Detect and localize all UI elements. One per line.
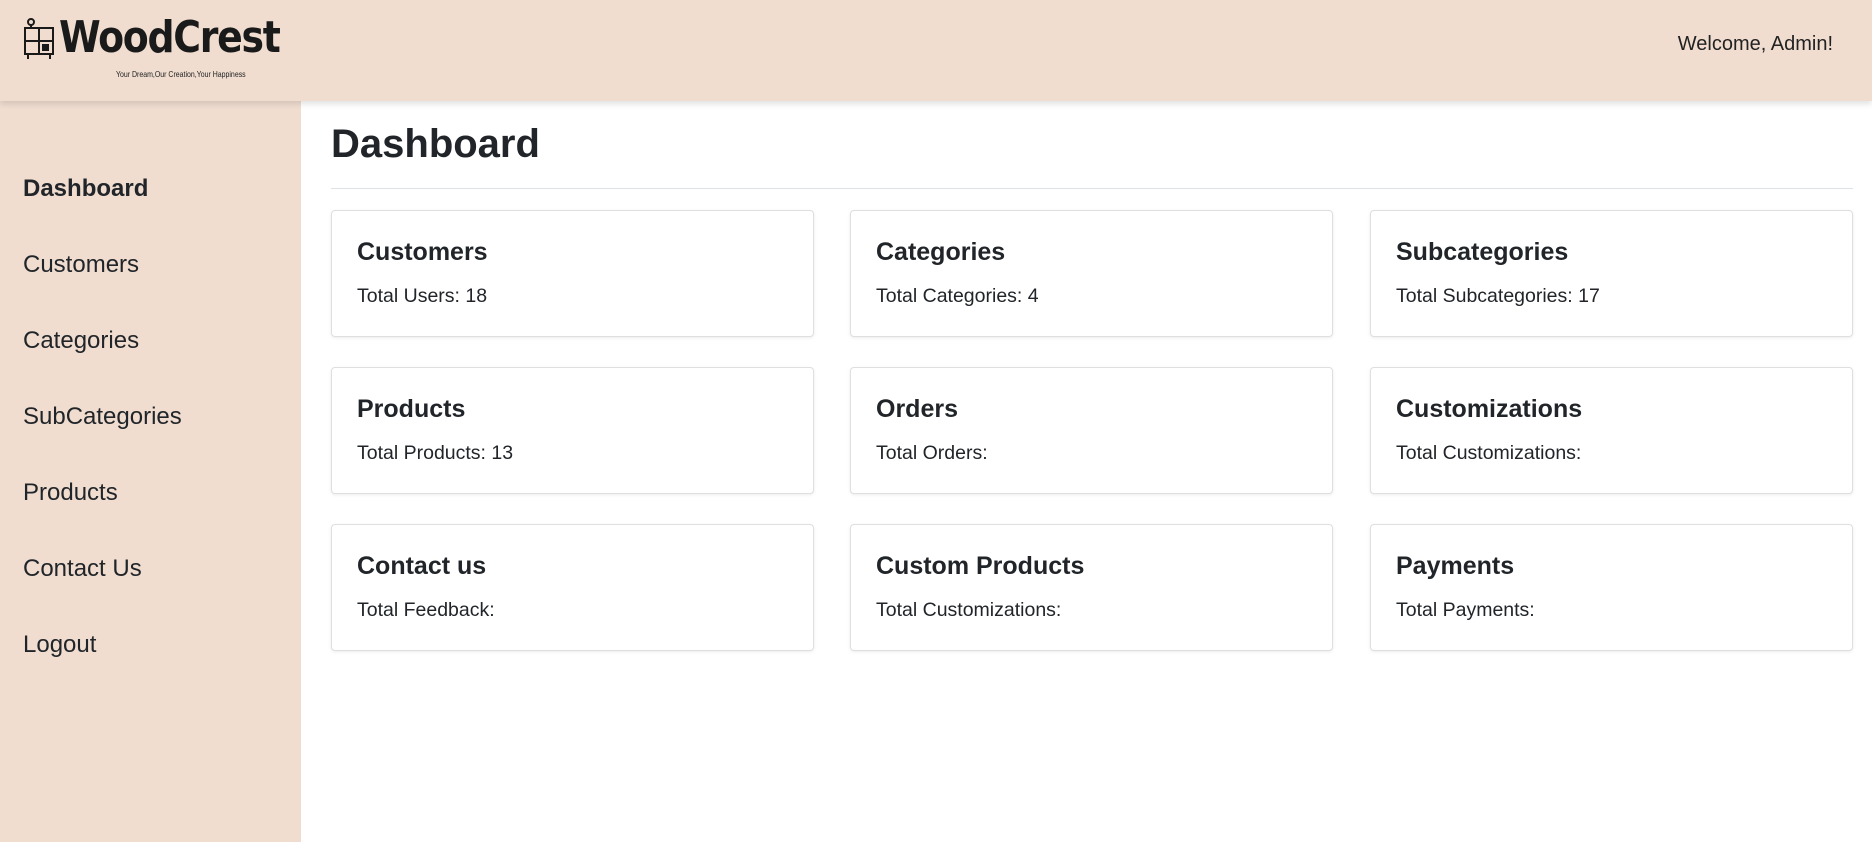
sidebar-item-contact-us[interactable]: Contact Us [23,555,142,583]
card-title: Subcategories [1396,238,1569,266]
sidebar: Dashboard Customers Categories SubCatego… [0,101,301,842]
page-title: Dashboard [331,122,540,166]
card-stat: Total Orders: [876,442,988,464]
card-stat: Total Customizations: [876,599,1062,621]
card-title: Custom Products [876,552,1085,580]
card-orders[interactable]: Orders Total Orders: [850,367,1333,494]
card-title: Customers [357,238,488,266]
title-divider [331,188,1853,189]
card-title: Payments [1396,552,1515,580]
card-title: Categories [876,238,1006,266]
sidebar-item-dashboard[interactable]: Dashboard [23,175,148,203]
card-stat: Total Categories: 4 [876,285,1039,307]
top-navbar: WoodCrest Your Dream,Our Creation,Your H… [0,0,1872,101]
card-stat: Total Users: 18 [357,285,488,307]
sidebar-item-products[interactable]: Products [23,479,118,507]
card-products[interactable]: Products Total Products: 13 [331,367,814,494]
sidebar-item-categories[interactable]: Categories [23,327,139,355]
sidebar-item-customers[interactable]: Customers [23,251,139,279]
card-subcategories[interactable]: Subcategories Total Subcategories: 17 [1370,210,1853,337]
card-custom-products[interactable]: Custom Products Total Customizations: [850,524,1333,651]
card-stat: Total Customizations: [1396,442,1582,464]
card-title: Products [357,395,466,423]
card-categories[interactable]: Categories Total Categories: 4 [850,210,1333,337]
logo-tagline: Your Dream,Our Creation,Your Happiness [116,69,246,79]
brand-logo[interactable]: WoodCrest Your Dream,Our Creation,Your H… [22,12,281,82]
card-stat: Total Subcategories: 17 [1396,285,1600,307]
logo-wordmark: WoodCrest [59,12,281,63]
card-payments[interactable]: Payments Total Payments: [1370,524,1853,651]
card-stat: Total Payments: [1396,599,1535,621]
sidebar-item-logout[interactable]: Logout [23,631,96,659]
card-title: Contact us [357,552,487,580]
card-contact-us[interactable]: Contact us Total Feedback: [331,524,814,651]
welcome-message: Welcome, Admin! [1677,33,1833,55]
card-title: Orders [876,395,958,423]
card-customers[interactable]: Customers Total Users: 18 [331,210,814,337]
card-stat: Total Feedback: [357,599,495,621]
card-customizations[interactable]: Customizations Total Customizations: [1370,367,1853,494]
card-stat: Total Products: 13 [357,442,514,464]
sidebar-item-subcategories[interactable]: SubCategories [23,403,182,431]
furniture-icon [24,18,54,59]
card-title: Customizations [1396,395,1583,423]
